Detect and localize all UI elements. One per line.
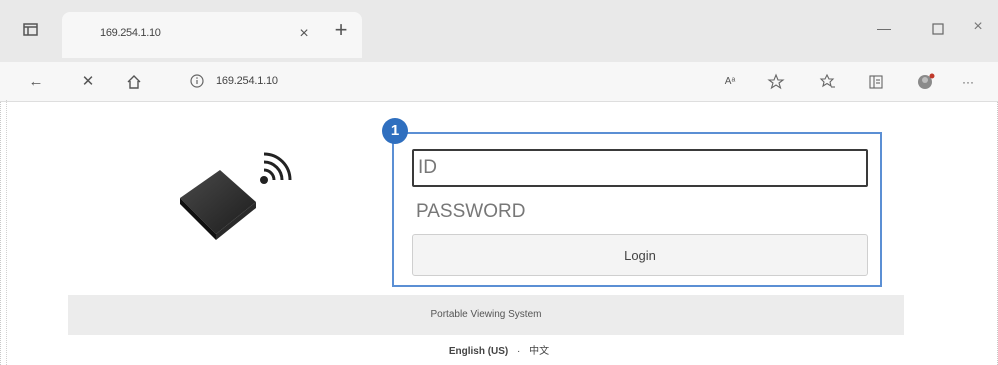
password-input[interactable]	[412, 195, 868, 229]
login-button[interactable]: Login	[412, 234, 868, 276]
browser-tab[interactable]: 169.254.1.10 ×	[62, 12, 362, 58]
maximize-icon[interactable]	[926, 20, 950, 40]
tab-title: 169.254.1.10	[100, 27, 161, 39]
lang-chinese-link[interactable]: 中文	[529, 346, 549, 357]
home-icon[interactable]	[122, 70, 146, 94]
tab-actions-icon[interactable]	[22, 22, 40, 38]
browser-toolbar: ← ✕ 169.254.1.10 Aᵃ ···	[0, 62, 998, 102]
footer-band: Portable Viewing System	[68, 295, 904, 335]
address-text: 169.254.1.10	[216, 75, 278, 87]
close-window-icon[interactable]: ×	[966, 18, 990, 40]
browser-titlebar: 169.254.1.10 × + — ×	[0, 0, 998, 62]
language-selector: English (US) · 中文	[0, 342, 998, 357]
stop-icon[interactable]: ✕	[76, 70, 100, 94]
id-input[interactable]	[412, 149, 868, 187]
content-edge	[6, 100, 7, 365]
read-aloud-icon[interactable]: Aᵃ	[718, 70, 742, 94]
tab-close-icon[interactable]: ×	[294, 24, 314, 44]
more-icon[interactable]: ···	[956, 70, 980, 94]
address-bar[interactable]: 169.254.1.10	[180, 70, 780, 94]
lang-english-link[interactable]: English (US)	[449, 346, 508, 357]
favorites-icon[interactable]	[816, 70, 840, 94]
back-icon[interactable]: ←	[24, 70, 48, 94]
new-tab-icon[interactable]: +	[330, 19, 352, 42]
lang-separator: ·	[517, 346, 521, 357]
add-favorite-icon[interactable]	[764, 70, 788, 94]
minimize-icon[interactable]: —	[872, 20, 896, 40]
footer-title: Portable Viewing System	[430, 309, 542, 320]
callout-marker: 1	[382, 118, 408, 144]
site-info-icon[interactable]	[188, 72, 206, 90]
profile-avatar-icon[interactable]	[914, 70, 938, 94]
collections-icon[interactable]	[864, 70, 888, 94]
device-logo	[172, 150, 302, 250]
